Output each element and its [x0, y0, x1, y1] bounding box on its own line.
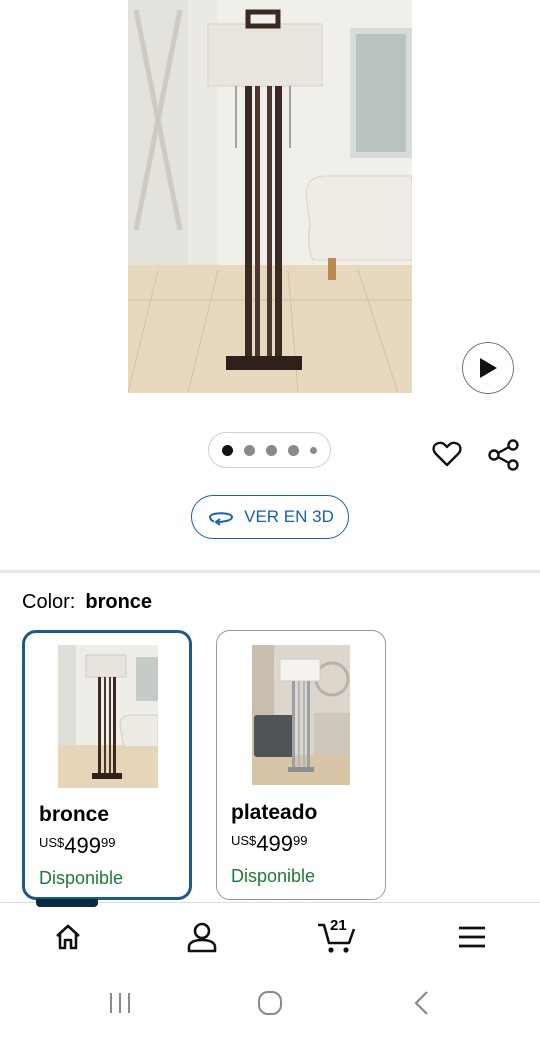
share-icon[interactable] [487, 438, 521, 472]
heart-icon[interactable] [431, 438, 463, 470]
availability-status: Disponible [231, 866, 316, 886]
price-cents: 99 [101, 835, 116, 850]
color-selection-label: Color: bronce [22, 591, 152, 614]
carousel-dot-2[interactable] [244, 444, 255, 456]
active-tab-indicator [36, 899, 98, 907]
home-circle-icon[interactable] [256, 989, 284, 1022]
carousel-dot-5[interactable] [310, 446, 317, 454]
price-cents: 99 [293, 833, 308, 848]
variant-card-plateado[interactable]: plateado US$49999 Disponible [216, 630, 386, 900]
variant-price: US$49999 [39, 833, 115, 859]
carousel-dot-1[interactable] [222, 444, 233, 456]
section-divider [0, 570, 540, 573]
carousel-dot-3[interactable] [266, 444, 277, 456]
variant-name: plateado [231, 801, 318, 824]
carousel-dot-4[interactable] [288, 444, 299, 456]
availability-status: Disponible [39, 868, 124, 888]
price-currency: US$ [39, 835, 65, 850]
price-whole: 499 [64, 833, 102, 858]
view-3d-button[interactable]: VER EN 3D [191, 495, 349, 539]
variant-card-bronce[interactable]: bronce US$49999 Disponible [22, 630, 192, 900]
color-label: Color: [22, 591, 76, 613]
rotate-3d-icon [209, 512, 234, 526]
recents-icon[interactable] [106, 990, 134, 1021]
system-navigation-bar [0, 972, 540, 1037]
play-video-button[interactable] [462, 342, 514, 394]
variant-thumbnail-plateado [252, 645, 350, 785]
variant-thumbnail-bronce [58, 645, 158, 788]
variant-price: US$49999 [231, 831, 307, 857]
home-icon[interactable] [48, 917, 88, 957]
back-icon[interactable] [410, 989, 434, 1022]
variant-name: bronce [39, 803, 110, 826]
account-icon[interactable] [182, 917, 222, 957]
cart-count-badge: 21 [330, 917, 347, 934]
view-3d-label: VER EN 3D [244, 507, 334, 526]
menu-icon[interactable] [452, 917, 492, 957]
bottom-navigation [0, 902, 540, 973]
product-image[interactable] [128, 0, 412, 393]
image-carousel-indicator[interactable] [208, 432, 331, 468]
price-currency: US$ [231, 833, 257, 848]
selected-color-value: bronce [85, 591, 153, 613]
price-whole: 499 [256, 831, 294, 856]
